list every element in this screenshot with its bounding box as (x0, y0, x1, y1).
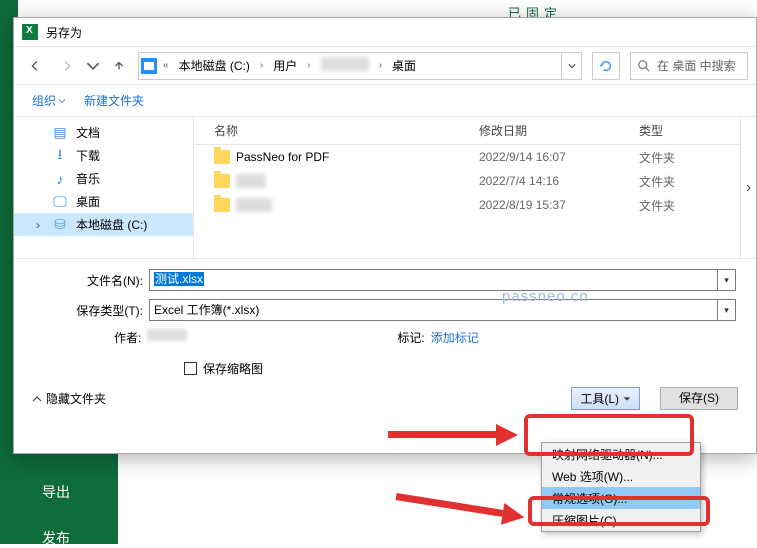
form-area: 文件名(N): 测试.xlsx ▾ 保存类型(T): Excel 工作簿(*.x… (14, 259, 756, 381)
filetype-label: 保存类型(T): (34, 302, 149, 319)
titlebar: 另存为 (14, 18, 756, 47)
address-dropdown[interactable] (561, 53, 581, 79)
new-folder-button[interactable]: 新建文件夹 (84, 92, 144, 109)
sidebar-item-downloads[interactable]: ⭳下载 (14, 144, 193, 167)
chevron-icon[interactable]: « (161, 60, 171, 71)
scroll-indicator[interactable]: › (740, 117, 756, 258)
pc-icon (141, 58, 157, 74)
search-input[interactable]: 在 桌面 中搜索 (630, 52, 748, 80)
filename-input[interactable]: 测试.xlsx (149, 269, 718, 291)
col-type[interactable]: 类型 (639, 122, 740, 139)
music-icon: ♪ (52, 171, 68, 187)
annotation-arrow (394, 486, 526, 528)
crumb-drive[interactable]: 本地磁盘 (C:) (175, 55, 254, 76)
chevron-right-icon[interactable]: › (32, 218, 44, 232)
download-icon: ⭳ (52, 148, 68, 164)
tags-label: 标记: (397, 329, 424, 346)
menu-map-drive[interactable]: 映射网络驱动器(N)... (542, 443, 700, 465)
crumb-users[interactable]: 用户 (269, 55, 301, 76)
sidebar-item-documents[interactable]: ▤文档 (14, 121, 193, 144)
save-as-dialog: 另存为 « 本地磁盘 (C:) › 用户 › › 桌面 (13, 17, 757, 454)
address-bar[interactable]: « 本地磁盘 (C:) › 用户 › › 桌面 (138, 52, 582, 80)
folder-icon (214, 198, 230, 212)
file-row[interactable]: PassNeo for PDF 2022/9/14 16:07 文件夹 (194, 145, 740, 169)
col-name[interactable]: 名称 (194, 122, 479, 139)
filename-dropdown[interactable]: ▾ (718, 269, 736, 291)
tools-button[interactable]: 工具(L) (571, 387, 640, 410)
chevron-icon[interactable]: › (305, 60, 312, 71)
back-button[interactable] (22, 53, 48, 79)
folder-icon (214, 150, 230, 164)
sidebar-item-desktop[interactable]: 🖵桌面 (14, 190, 193, 213)
toolbar: 组织 新建文件夹 (14, 85, 756, 117)
menu-web-options[interactable]: Web 选项(W)... (542, 465, 700, 487)
hide-folders-toggle[interactable]: 隐藏文件夹 (32, 390, 106, 407)
file-row[interactable]: 2022/8/19 15:37 文件夹 (194, 193, 740, 217)
body-area: ▤文档 ⭳下载 ♪音乐 🖵桌面 › ⛁本地磁盘 (C:) 名称 修改日期 类型 … (14, 117, 756, 258)
chevron-down-icon (623, 395, 631, 403)
crumb-user[interactable] (317, 55, 373, 76)
save-button[interactable]: 保存(S) (660, 387, 738, 410)
folder-icon (214, 174, 230, 188)
file-row[interactable]: 2022/7/4 14:16 文件夹 (194, 169, 740, 193)
tools-menu: 映射网络驱动器(N)... Web 选项(W)... 常规选项(G)... 压缩… (541, 442, 701, 532)
excel-icon (22, 24, 38, 40)
author-label: 作者: (114, 329, 141, 346)
file-panel: 名称 修改日期 类型 PassNeo for PDF 2022/9/14 16:… (194, 117, 740, 258)
column-headers: 名称 修改日期 类型 (194, 117, 740, 145)
menu-compress-pictures[interactable]: 压缩图片(C)... (542, 509, 700, 531)
chevron-icon[interactable]: › (377, 60, 384, 71)
filetype-combo[interactable]: Excel 工作簿(*.xlsx) (149, 299, 718, 321)
file-list: PassNeo for PDF 2022/9/14 16:07 文件夹 2022… (194, 145, 740, 258)
document-icon: ▤ (52, 125, 68, 141)
search-icon (637, 59, 651, 73)
thumbnail-label: 保存缩略图 (203, 360, 263, 377)
organize-button[interactable]: 组织 (32, 92, 66, 109)
filetype-dropdown[interactable]: ▾ (718, 299, 736, 321)
recent-dropdown[interactable] (86, 53, 100, 79)
filename-label: 文件名(N): (34, 272, 149, 289)
chevron-icon[interactable]: › (258, 60, 265, 71)
refresh-button[interactable] (592, 52, 620, 80)
menu-general-options[interactable]: 常规选项(G)... (542, 487, 700, 509)
crumb-desktop[interactable]: 桌面 (388, 55, 420, 76)
col-date[interactable]: 修改日期 (479, 122, 639, 139)
desktop-icon: 🖵 (52, 194, 68, 210)
export-label[interactable]: 导出 (42, 482, 70, 502)
footer: 隐藏文件夹 工具(L) 保存(S) (14, 381, 756, 422)
drive-icon: ⛁ (52, 217, 68, 233)
navbar: « 本地磁盘 (C:) › 用户 › › 桌面 在 桌面 中搜索 (14, 47, 756, 85)
thumbnail-checkbox[interactable] (184, 362, 197, 375)
up-button[interactable] (106, 53, 132, 79)
forward-button[interactable] (54, 53, 80, 79)
sidebar: ▤文档 ⭳下载 ♪音乐 🖵桌面 › ⛁本地磁盘 (C:) (14, 117, 194, 258)
tags-add-link[interactable]: 添加标记 (431, 329, 479, 346)
dialog-title: 另存为 (46, 24, 82, 41)
publish-label[interactable]: 发布 (42, 528, 70, 548)
sidebar-item-drive-c[interactable]: › ⛁本地磁盘 (C:) (14, 213, 193, 236)
sidebar-item-music[interactable]: ♪音乐 (14, 167, 193, 190)
chevron-up-icon (32, 394, 42, 404)
search-placeholder: 在 桌面 中搜索 (657, 57, 736, 74)
author-value[interactable] (147, 329, 187, 346)
